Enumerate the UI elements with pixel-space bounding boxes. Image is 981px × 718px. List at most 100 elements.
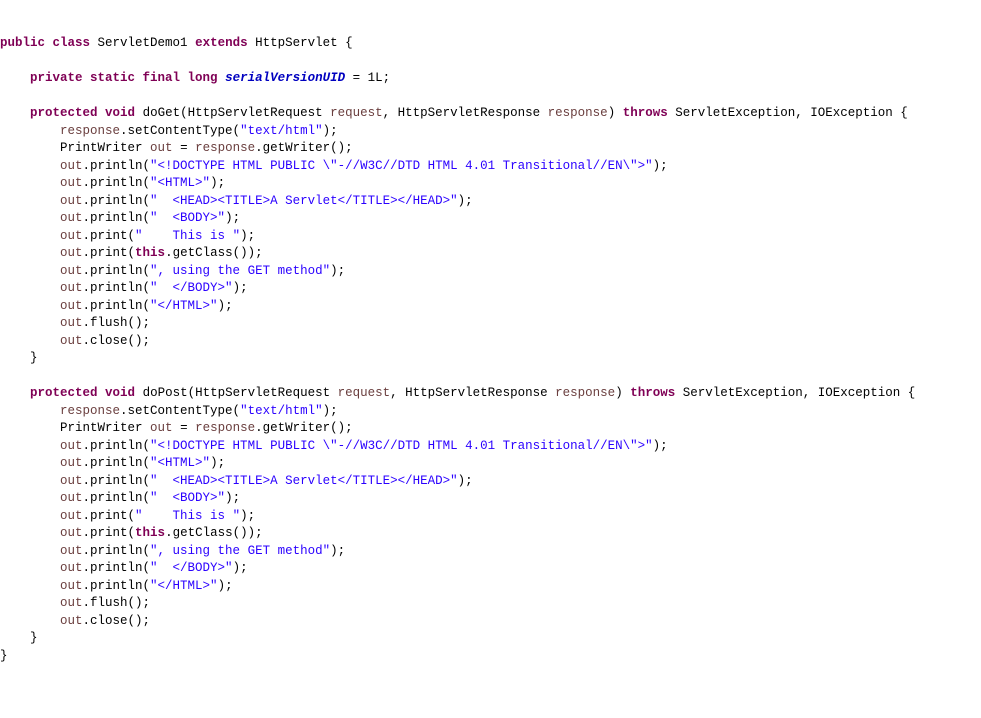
str-thisis-1: " This is "	[135, 229, 240, 243]
print-1f: .print(	[83, 246, 136, 260]
kw-protected-void-1: protected void	[30, 106, 135, 120]
dopost-sig-2: , HttpServletResponse	[390, 386, 548, 400]
end-2a: );	[653, 439, 668, 453]
end-1c: );	[458, 194, 473, 208]
getwriter-1: .getWriter();	[255, 141, 353, 155]
field-uid: serialVersionUID	[225, 71, 345, 85]
end-2b: );	[210, 456, 225, 470]
var-response-2b: response	[195, 421, 255, 435]
str-html-1: "<HTML>"	[150, 176, 210, 190]
var-out-1h: out	[60, 281, 83, 295]
kw-throws-2: throws	[630, 386, 675, 400]
str-head-1: " <HEAD><TITLE>A Servlet</TITLE></HEAD>"	[150, 194, 458, 208]
str-texthtml-1: "text/html"	[240, 124, 323, 138]
var-out-2b: out	[60, 456, 83, 470]
var-out-1f: out	[60, 246, 83, 260]
println-1d: .println(	[83, 211, 151, 225]
str-doctype-2: "<!DOCTYPE HTML PUBLIC \"-//W3C//DTD HTM…	[150, 439, 653, 453]
close-1: .close();	[83, 334, 151, 348]
end-1b: );	[210, 176, 225, 190]
str-ehtml-2: "</HTML>"	[150, 579, 218, 593]
kw-throws-1: throws	[623, 106, 668, 120]
var-out-2f: out	[60, 526, 83, 540]
str-usingget-1: ", using the GET method"	[150, 264, 330, 278]
println-1i: .println(	[83, 299, 151, 313]
println-2h: .println(	[83, 561, 151, 575]
var-response-2: response	[60, 404, 120, 418]
println-1c: .println(	[83, 194, 151, 208]
close-paren-2: )	[615, 386, 623, 400]
println-2b: .println(	[83, 456, 151, 470]
end-1a: );	[653, 159, 668, 173]
setct-1: .setContentType(	[120, 124, 240, 138]
close-paren-1: )	[608, 106, 616, 120]
brace-close-post: }	[30, 631, 38, 645]
var-out-1k: out	[60, 334, 83, 348]
eq-1: =	[173, 141, 196, 155]
end-1: );	[323, 124, 338, 138]
arg-response-1: response	[548, 106, 608, 120]
close-2: .close();	[83, 614, 151, 628]
str-usingget-2: ", using the GET method"	[150, 544, 330, 558]
end-2h: );	[233, 561, 248, 575]
println-1b: .println(	[83, 176, 151, 190]
flush-2: .flush();	[83, 596, 151, 610]
doget-sig-1: doGet(HttpServletRequest	[143, 106, 323, 120]
var-out-1j: out	[60, 316, 83, 330]
println-2d: .println(	[83, 491, 151, 505]
var-out-2j: out	[60, 596, 83, 610]
var-response-1: response	[60, 124, 120, 138]
var-out-1e: out	[60, 229, 83, 243]
var-out-1c: out	[60, 194, 83, 208]
super: HttpServlet {	[255, 36, 353, 50]
var-out-2g: out	[60, 544, 83, 558]
println-2g: .println(	[83, 544, 151, 558]
code-block: public class ServletDemo1 extends HttpSe…	[0, 35, 981, 665]
println-1h: .println(	[83, 281, 151, 295]
end-1h: );	[233, 281, 248, 295]
print-1e: .print(	[83, 229, 136, 243]
getwriter-2: .getWriter();	[255, 421, 353, 435]
var-out-2i: out	[60, 579, 83, 593]
str-thisis-2: " This is "	[135, 509, 240, 523]
type-pw-1: PrintWriter	[60, 141, 143, 155]
kw-this-1: this	[135, 246, 165, 260]
str-texthtml-2: "text/html"	[240, 404, 323, 418]
println-2a: .println(	[83, 439, 151, 453]
println-2c: .println(	[83, 474, 151, 488]
end-1i: );	[218, 299, 233, 313]
end-2c: );	[458, 474, 473, 488]
print-2e: .print(	[83, 509, 136, 523]
str-html-2: "<HTML>"	[150, 456, 210, 470]
var-out-decl-2: out	[150, 421, 173, 435]
var-out-2k: out	[60, 614, 83, 628]
end-2i: );	[218, 579, 233, 593]
var-out-2c: out	[60, 474, 83, 488]
str-ebody-1: " </BODY>"	[150, 281, 233, 295]
end-2d: );	[225, 491, 240, 505]
println-2i: .println(	[83, 579, 151, 593]
kw-psfl: private static final long	[30, 71, 218, 85]
eq-2: =	[173, 421, 196, 435]
brace-close-get: }	[30, 351, 38, 365]
end-1g: );	[330, 264, 345, 278]
flush-1: .flush();	[83, 316, 151, 330]
var-out-2a: out	[60, 439, 83, 453]
getclass-1: .getClass());	[165, 246, 263, 260]
doget-sig-2: , HttpServletResponse	[383, 106, 541, 120]
arg-request-1: request	[330, 106, 383, 120]
println-1g: .println(	[83, 264, 151, 278]
end-2e: );	[240, 509, 255, 523]
var-out-1b: out	[60, 176, 83, 190]
var-out-2h: out	[60, 561, 83, 575]
kw-protected-void-2: protected void	[30, 386, 135, 400]
var-out-2d: out	[60, 491, 83, 505]
throws-list-2: ServletException, IOException {	[683, 386, 916, 400]
kw-extends: extends	[195, 36, 248, 50]
str-body-2: " <BODY>"	[150, 491, 225, 505]
var-out-2e: out	[60, 509, 83, 523]
throws-list-1: ServletException, IOException {	[675, 106, 908, 120]
getclass-2: .getClass());	[165, 526, 263, 540]
setct-2: .setContentType(	[120, 404, 240, 418]
end-1e: );	[240, 229, 255, 243]
